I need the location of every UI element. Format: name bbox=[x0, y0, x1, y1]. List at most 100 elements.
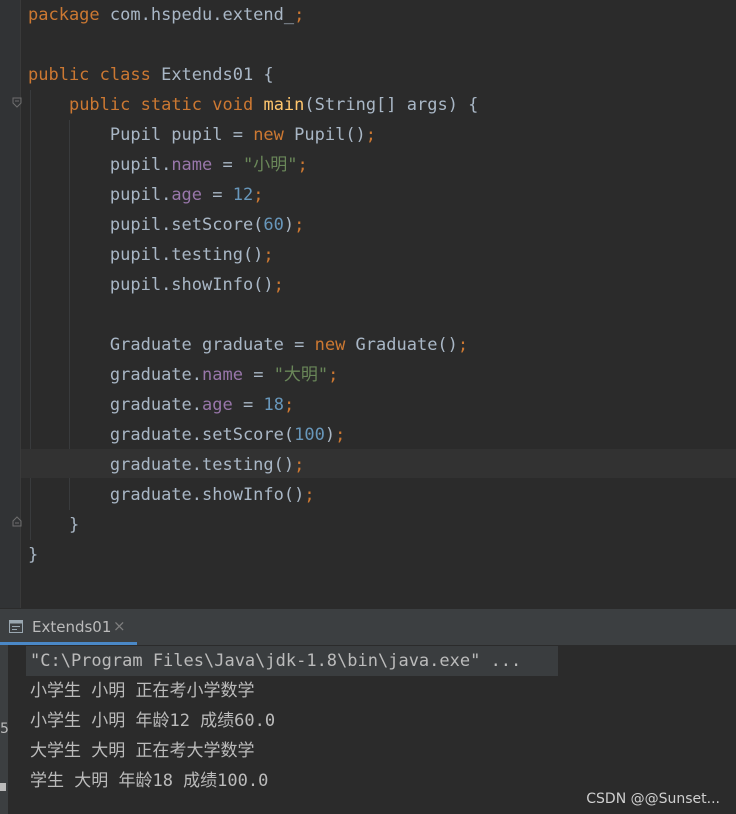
code-token: ; bbox=[253, 185, 264, 205]
code-token: graduate. bbox=[109, 395, 203, 415]
code-token: class bbox=[99, 65, 162, 85]
run-console-icon bbox=[9, 620, 23, 633]
code-token: graduate.setScore( bbox=[109, 425, 295, 445]
code-token: ; bbox=[294, 215, 305, 235]
code-line[interactable]: Pupil pupil = new Pupil(); bbox=[28, 120, 376, 150]
code-token: ; bbox=[263, 245, 274, 265]
code-line[interactable]: Graduate graduate = new Graduate(); bbox=[28, 330, 468, 360]
code-token: ; bbox=[457, 335, 469, 355]
code-token: name bbox=[171, 155, 213, 175]
code-line[interactable]: pupil.setScore(60); bbox=[28, 210, 305, 240]
ide-window: package com.hspedu.extend_; public class … bbox=[0, 0, 736, 814]
code-token: ; bbox=[294, 5, 305, 25]
code-token: = bbox=[242, 365, 274, 385]
code-token: Pupil() bbox=[294, 125, 366, 145]
console-output-line: 小学生 小明 正在考小学数学 bbox=[30, 681, 255, 701]
code-token: graduate. bbox=[109, 365, 203, 385]
code-token: "大明" bbox=[273, 365, 329, 385]
code-token: ; bbox=[304, 485, 315, 505]
code-line[interactable]: pupil.name = "小明"; bbox=[28, 150, 308, 180]
code-token: pupil.testing() bbox=[109, 245, 264, 265]
code-editor[interactable]: package com.hspedu.extend_; public class … bbox=[0, 0, 736, 608]
code-token: = bbox=[202, 185, 233, 205]
code-token: Graduate graduate = bbox=[109, 335, 315, 355]
code-line[interactable]: pupil.age = 12; bbox=[28, 180, 264, 210]
code-token: } bbox=[28, 545, 39, 565]
code-token: ; bbox=[297, 155, 308, 175]
code-token: package bbox=[28, 5, 110, 25]
code-token: = bbox=[212, 155, 243, 175]
code-token: main bbox=[263, 95, 305, 115]
console-output-line: 大学生 大明 正在考大学数学 bbox=[30, 741, 255, 761]
code-token: 18 bbox=[263, 395, 284, 415]
code-token: public bbox=[68, 95, 141, 115]
code-line[interactable]: graduate.testing(); bbox=[28, 450, 304, 480]
code-token: pupil. bbox=[109, 155, 172, 175]
fold-marker-icon[interactable] bbox=[12, 97, 22, 108]
code-token: public bbox=[28, 65, 100, 85]
code-line[interactable]: graduate.showInfo(); bbox=[28, 480, 315, 510]
fold-marker-icon[interactable] bbox=[12, 516, 22, 527]
code-token: Extends01 { bbox=[161, 65, 274, 85]
strip-glyph: 5 bbox=[0, 721, 9, 737]
code-line[interactable]: pupil.testing(); bbox=[28, 240, 274, 270]
code-line[interactable]: } bbox=[28, 510, 79, 540]
code-token: static bbox=[140, 95, 213, 115]
code-token: name bbox=[202, 365, 243, 385]
code-line[interactable]: package com.hspedu.extend_; bbox=[28, 0, 304, 30]
scroll-to-end-icon[interactable] bbox=[0, 783, 6, 791]
code-token: com.hspedu.extend_ bbox=[109, 5, 295, 25]
code-line[interactable]: public static void main(String[] args) { bbox=[28, 90, 478, 120]
editor-gutter[interactable] bbox=[0, 0, 22, 608]
code-token: } bbox=[68, 515, 80, 535]
code-token: new bbox=[314, 335, 356, 355]
run-tool-header: Extends01 × bbox=[0, 610, 736, 645]
code-token: new bbox=[253, 125, 295, 145]
run-tab-label: Extends01 bbox=[32, 618, 112, 636]
code-token: graduate.testing() bbox=[109, 455, 295, 475]
code-token: ; bbox=[273, 275, 284, 295]
watermark: CSDN @@Sunset... bbox=[586, 791, 720, 807]
code-token: ; bbox=[365, 125, 377, 145]
code-token: pupil. bbox=[109, 185, 172, 205]
code-token: ; bbox=[283, 395, 295, 415]
code-token: ; bbox=[294, 455, 305, 475]
code-token: Pupil pupil = bbox=[109, 125, 254, 145]
console-output-line: 小学生 小明 年龄12 成绩60.0 bbox=[30, 711, 276, 731]
code-line[interactable]: graduate.setScore(100); bbox=[28, 420, 345, 450]
code-token: "小明" bbox=[242, 155, 298, 175]
code-token: = bbox=[232, 395, 264, 415]
code-token: age bbox=[202, 395, 233, 415]
run-toolbar-strip[interactable]: 5 bbox=[0, 645, 9, 814]
code-line[interactable]: public class Extends01 { bbox=[28, 60, 274, 90]
code-line[interactable]: } bbox=[28, 540, 38, 570]
run-tab-extends01[interactable]: Extends01 × bbox=[0, 610, 137, 645]
code-token: pupil.showInfo() bbox=[109, 275, 274, 295]
code-token: Graduate() bbox=[355, 335, 458, 355]
code-token: ) bbox=[324, 425, 336, 445]
code-token: 12 bbox=[232, 185, 254, 205]
code-token: ) bbox=[283, 215, 295, 235]
code-line[interactable]: pupil.showInfo(); bbox=[28, 270, 284, 300]
code-line[interactable]: graduate.name = "大明"; bbox=[28, 360, 339, 390]
code-token: void bbox=[212, 95, 264, 115]
close-icon[interactable]: × bbox=[113, 618, 126, 635]
code-line[interactable]: graduate.age = 18; bbox=[28, 390, 294, 420]
code-token: ; bbox=[335, 425, 346, 445]
code-token: 60 bbox=[263, 215, 284, 235]
code-token: 100 bbox=[294, 425, 325, 445]
